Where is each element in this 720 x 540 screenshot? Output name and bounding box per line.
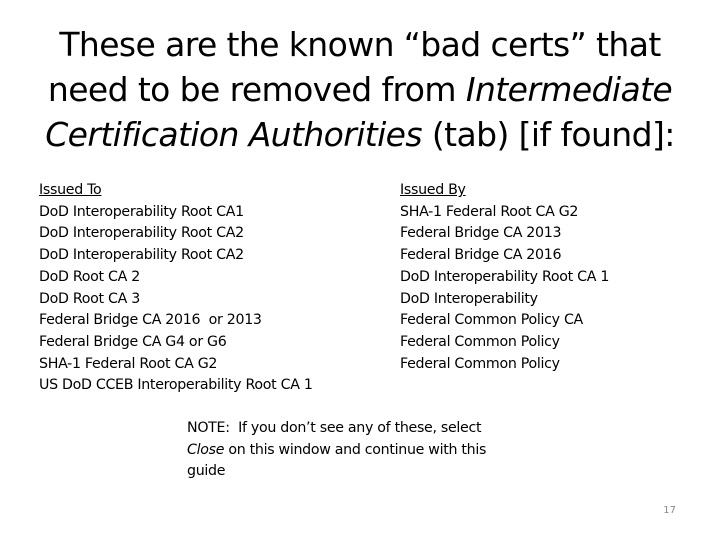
issued-by-item: DoD Interoperability Root CA 1	[400, 268, 610, 285]
page-number: 17	[663, 505, 676, 516]
issued-by-item: SHA-1 Federal Root CA G2	[400, 203, 579, 220]
issued-by-item: Federal Common Policy	[400, 333, 560, 350]
title-text-part2: (tab) [if found]:	[421, 115, 675, 154]
issued-to-item: US DoD CCEB Interoperability Root CA 1	[39, 377, 313, 394]
issued-to-item: DoD Interoperability Root CA2	[39, 247, 244, 264]
issued-to-item: DoD Interoperability Root CA1	[39, 203, 244, 220]
issued-by-item: Federal Bridge CA 2016	[400, 247, 562, 264]
note-text: NOTE: If you don’t see any of these, sel…	[187, 418, 487, 483]
issued-to-item: DoD Root CA 2	[39, 268, 140, 285]
issued-by-item: DoD Interoperability	[400, 290, 538, 307]
issued-to-header: Issued To	[39, 182, 102, 198]
issued-to-item: SHA-1 Federal Root CA G2	[39, 355, 218, 372]
issued-by-item: Federal Common Policy CA	[400, 312, 583, 329]
issued-by-column: Issued By SHA-1 Federal Root CA G2 Feder…	[400, 180, 700, 375]
issued-to-item: Federal Bridge CA G4 or G6	[39, 333, 227, 350]
issued-by-header: Issued By	[400, 182, 466, 198]
issued-by-item: Federal Bridge CA 2013	[400, 225, 562, 242]
issued-to-item: DoD Root CA 3	[39, 290, 140, 307]
issued-to-column: Issued To DoD Interoperability Root CA1 …	[39, 180, 369, 397]
note-close-emphasis: Close	[187, 441, 225, 458]
note-prefix: NOTE: If you don’t see any of these, sel…	[187, 420, 486, 436]
issued-by-item: Federal Common Policy	[400, 355, 560, 372]
issued-to-item: DoD Interoperability Root CA2	[39, 225, 244, 242]
issued-to-item: Federal Bridge CA 2016 or 2013	[39, 312, 262, 329]
slide-title: These are the known “bad certs” that nee…	[20, 22, 700, 157]
note-suffix: on this window and continue with this gu…	[187, 441, 487, 480]
